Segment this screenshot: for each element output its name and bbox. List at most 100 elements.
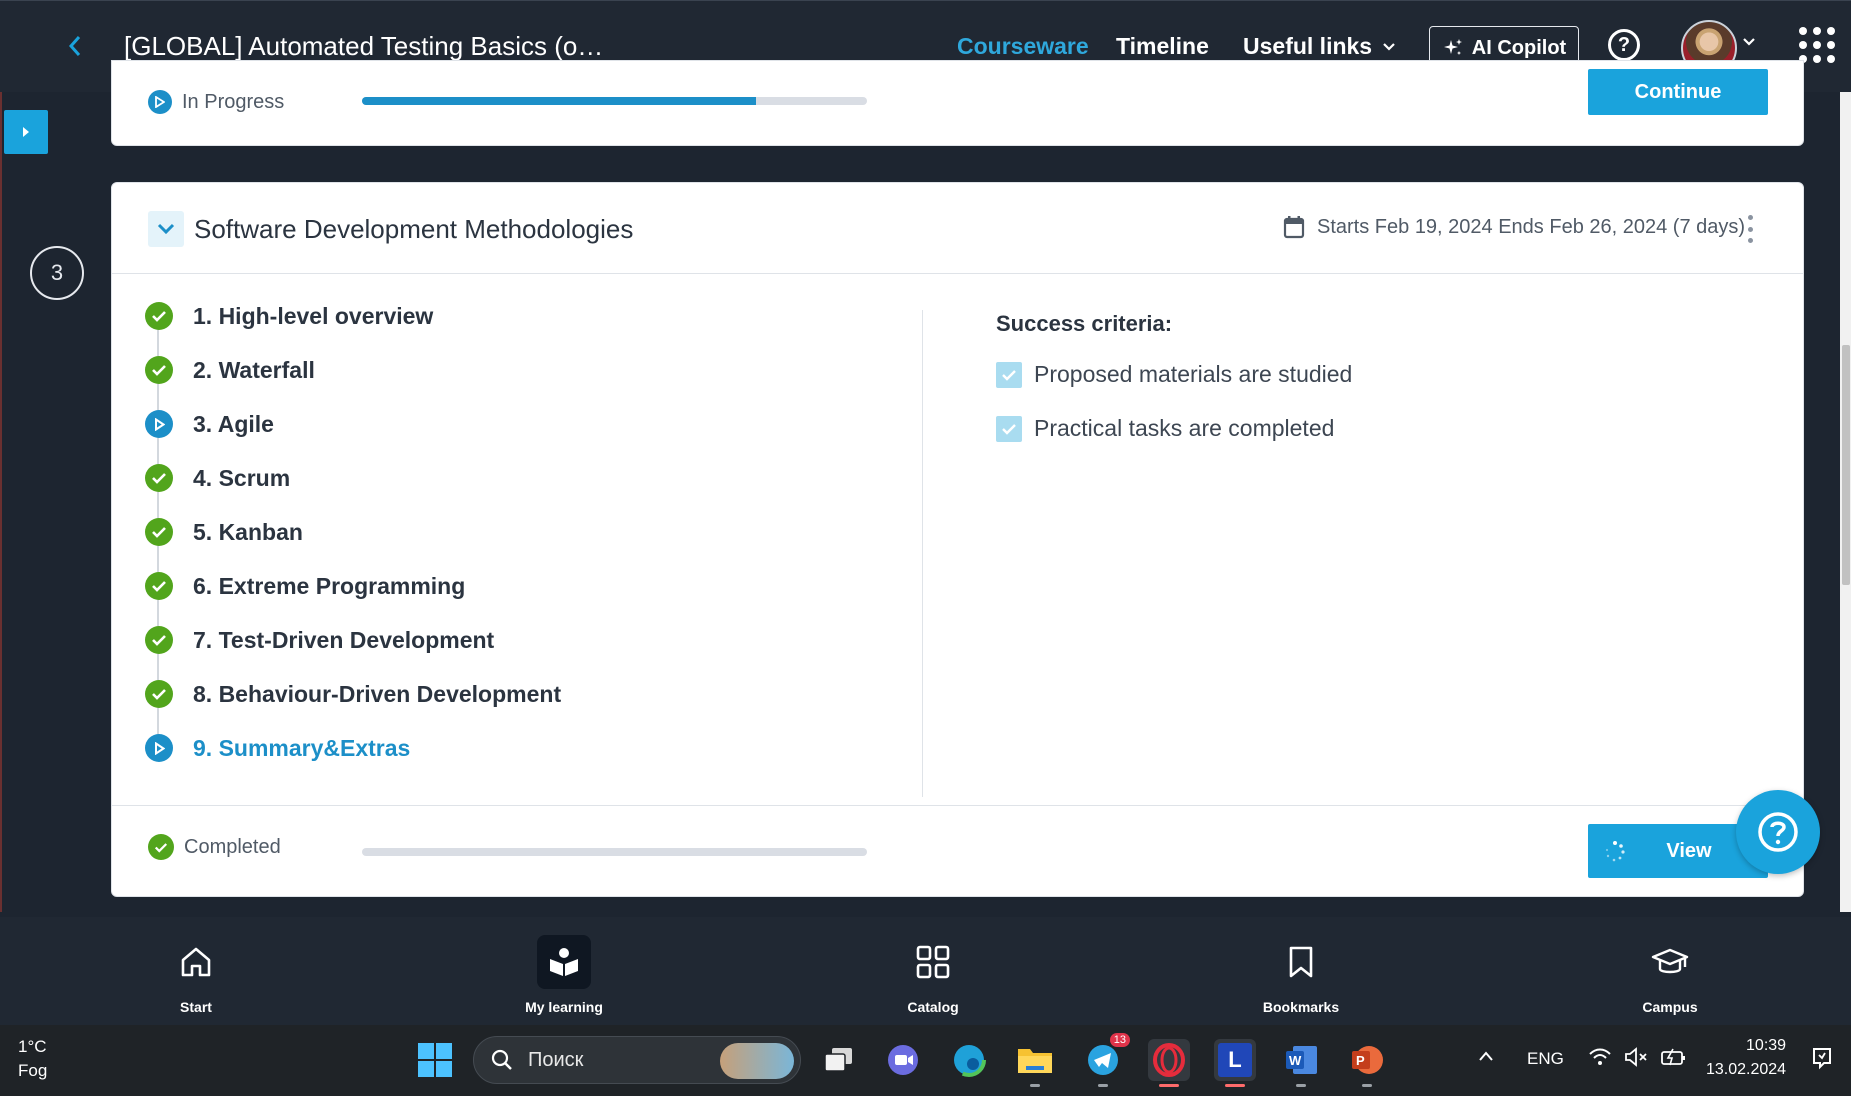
check-circle-icon	[145, 356, 173, 384]
word-icon[interactable]: W	[1280, 1039, 1322, 1087]
module-dates-label: Starts Feb 19, 2024 Ends Feb 26, 2024 (7…	[1317, 215, 1746, 238]
check-circle-icon	[145, 464, 173, 492]
success-criteria: Success criteria: Proposed materials are…	[996, 311, 1352, 442]
tab-useful-links-label: Useful links	[1243, 33, 1373, 59]
opera-browser-icon[interactable]	[1148, 1039, 1190, 1087]
speaker-muted-icon[interactable]	[1624, 1047, 1650, 1072]
check-circle-icon	[148, 834, 174, 860]
language-indicator[interactable]: ENG	[1527, 1049, 1564, 1069]
lesson-item-9[interactable]: 9. Summary&Extras	[145, 734, 410, 762]
scrollbar-thumb[interactable]	[1842, 345, 1850, 585]
more-options-icon[interactable]	[1743, 215, 1757, 243]
task-view-icon[interactable]	[818, 1039, 860, 1081]
file-explorer-icon[interactable]	[1014, 1039, 1056, 1087]
lesson-label: 2. Waterfall	[193, 356, 315, 383]
lesson-item-2[interactable]: 2. Waterfall	[145, 356, 315, 384]
nav-label: Bookmarks	[1262, 999, 1340, 1015]
previous-module-progress	[362, 97, 867, 105]
windows-start-icon[interactable]	[418, 1043, 452, 1077]
nav-item-my-learning[interactable]: My learning	[494, 935, 634, 1015]
lesson-label: 8. Behaviour-Driven Development	[193, 680, 562, 707]
view-button-label: View	[1666, 839, 1712, 862]
lesson-item-3[interactable]: 3. Agile	[145, 410, 274, 438]
svg-text:P: P	[1356, 1053, 1365, 1068]
lesson-item-5[interactable]: 5. Kanban	[145, 518, 303, 546]
wifi-icon[interactable]	[1588, 1047, 1612, 1072]
lesson-item-4[interactable]: 4. Scrum	[145, 464, 290, 492]
lesson-label: 1. High-level overview	[193, 302, 434, 329]
chevron-down-icon[interactable]	[1742, 37, 1756, 47]
column-divider	[922, 310, 923, 797]
calendar-icon	[1283, 216, 1305, 239]
battery-charging-icon[interactable]	[1660, 1047, 1688, 1072]
catalog-icon	[906, 935, 960, 989]
criterion-item-2: Practical tasks are completed	[996, 415, 1334, 442]
nav-item-campus[interactable]: Campus	[1600, 935, 1740, 1015]
windows-taskbar: 1°C Fog Поиск 13 L W P ENG 10:39 13.02.2…	[0, 1025, 1851, 1096]
previous-module-status: In Progress	[148, 90, 284, 114]
module-footer: Completed View	[112, 805, 1803, 898]
taskbar-search[interactable]: Поиск	[473, 1036, 801, 1084]
bookmark-icon	[1274, 935, 1328, 989]
apps-grid-icon[interactable]	[1799, 27, 1835, 63]
module-title: Software Development Methodologies	[194, 214, 634, 244]
play-circle-icon	[145, 734, 173, 762]
chevron-down-icon	[157, 223, 175, 235]
telegram-icon[interactable]: 13	[1082, 1033, 1130, 1087]
continue-button[interactable]: Continue	[1588, 69, 1768, 115]
running-indicator	[1098, 1084, 1108, 1087]
notifications-icon[interactable]	[1810, 1045, 1834, 1076]
running-indicator	[1296, 1084, 1306, 1087]
lesson-item-8[interactable]: 8. Behaviour-Driven Development	[145, 680, 561, 708]
lesson-label: 9. Summary&Extras	[193, 734, 411, 761]
search-highlight-image	[720, 1043, 794, 1079]
weather-widget[interactable]: 1°C Fog	[0, 1035, 47, 1083]
notification-badge: 13	[1109, 1033, 1130, 1047]
system-clock[interactable]: 10:39 13.02.2024	[1706, 1034, 1786, 1082]
weather-temperature: 1°C	[18, 1037, 47, 1056]
back-button[interactable]	[62, 31, 88, 61]
play-circle-icon	[145, 410, 173, 438]
tab-courseware[interactable]: Courseware	[957, 33, 1089, 60]
tray-overflow-icon[interactable]	[1478, 1047, 1494, 1067]
active-indicator	[1225, 1084, 1245, 1087]
chevron-down-icon	[1383, 42, 1395, 51]
lesson-item-1[interactable]: 1. High-level overview	[145, 302, 433, 330]
nav-item-start[interactable]: Start	[126, 935, 266, 1015]
check-circle-icon	[145, 302, 173, 330]
help-icon[interactable]: ?	[1608, 29, 1640, 61]
lesson-item-7[interactable]: 7. Test-Driven Development	[145, 626, 494, 654]
previous-module-status-label: In Progress	[182, 90, 285, 113]
svg-text:W: W	[1289, 1053, 1302, 1068]
play-circle-icon	[148, 90, 172, 114]
check-circle-icon	[145, 572, 173, 600]
nav-item-catalog[interactable]: Catalog	[863, 935, 1003, 1015]
running-indicator	[1030, 1084, 1040, 1087]
floating-help-button[interactable]	[1736, 790, 1820, 874]
criterion-label: Practical tasks are completed	[1034, 415, 1335, 441]
module-card: Software Development Methodologies Start…	[111, 182, 1804, 897]
criterion-item-1: Proposed materials are studied	[996, 361, 1352, 388]
tab-timeline[interactable]: Timeline	[1116, 33, 1209, 60]
step-number: 3	[30, 246, 84, 300]
clock-time: 10:39	[1746, 1037, 1787, 1054]
checkbox-checked-icon	[996, 415, 1022, 442]
module-progress	[362, 848, 867, 856]
sparkle-icon	[1443, 39, 1462, 55]
nav-label: My learning	[525, 999, 603, 1015]
previous-module-card: In Progress Continue	[111, 60, 1804, 146]
nav-item-bookmarks[interactable]: Bookmarks	[1231, 935, 1371, 1015]
weather-condition: Fog	[18, 1061, 48, 1080]
chat-app-icon[interactable]	[882, 1039, 924, 1081]
module-dates: Starts Feb 19, 2024 Ends Feb 26, 2024 (7…	[1283, 215, 1745, 239]
collapse-module-button[interactable]	[148, 211, 184, 247]
l-app-icon[interactable]: L	[1214, 1039, 1256, 1087]
success-criteria-title: Success criteria:	[996, 311, 1173, 336]
powerpoint-icon[interactable]: P	[1346, 1039, 1388, 1087]
criterion-label: Proposed materials are studied	[1034, 361, 1353, 387]
check-circle-icon	[145, 518, 173, 546]
tab-useful-links[interactable]: Useful links	[1243, 33, 1396, 60]
edge-browser-icon[interactable]	[948, 1039, 990, 1081]
lesson-item-6[interactable]: 6. Extreme Programming	[145, 572, 465, 600]
sidebar-toggle-button[interactable]	[4, 110, 48, 154]
